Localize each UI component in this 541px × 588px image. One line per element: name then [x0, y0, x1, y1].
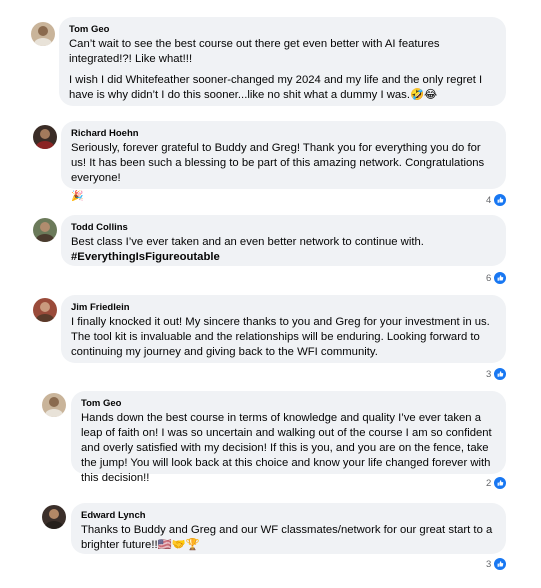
hashtag-link[interactable]: #EverythingIsFigureoutable	[71, 250, 496, 265]
comment-text: Can’t wait to see the best course out th…	[69, 38, 440, 65]
comment-text-body: Seriously, forever grateful to Buddy and…	[71, 142, 485, 184]
reaction-count[interactable]: 3	[486, 367, 508, 381]
comment-text: Best class I’ve ever taken and an even b…	[71, 236, 424, 248]
like-thumb-icon	[493, 193, 508, 207]
comment-bubble: Todd Collins Best class I’ve ever taken …	[61, 215, 506, 266]
comment-bubble: Tom Geo Hands down the best course in te…	[71, 391, 506, 484]
comment-bubble: Jim Friedlein I finally knocked it out! …	[61, 295, 506, 363]
avatar-photo-icon	[33, 218, 57, 242]
comment-bubble: Edward Lynch Thanks to Buddy and Greg an…	[71, 503, 506, 554]
avatar-photo-icon	[42, 393, 66, 417]
avatar-photo-icon	[31, 22, 55, 46]
reaction-count-number: 3	[486, 558, 492, 570]
avatar[interactable]	[33, 125, 57, 149]
comment-text: Thanks to Buddy and Greg and our WF clas…	[81, 524, 493, 551]
reaction-count[interactable]: 4	[486, 193, 508, 207]
comment-text: Hands down the best course in terms of k…	[81, 412, 492, 484]
reaction-count[interactable]: 2	[486, 476, 508, 490]
comment-text: I wish I did Whitefeather sooner-changed…	[69, 74, 483, 101]
comment-bubble: Richard Hoehn Seriously, forever gratefu…	[61, 121, 506, 202]
comment-text: Seriously, forever grateful to Buddy and…	[71, 141, 496, 186]
avatar[interactable]	[42, 393, 66, 417]
reaction-count-number: 3	[486, 368, 492, 380]
avatar-photo-icon	[33, 298, 57, 322]
avatar[interactable]	[33, 218, 57, 242]
reaction-count[interactable]: 6	[486, 271, 508, 285]
avatar[interactable]	[42, 505, 66, 529]
comment-author[interactable]: Richard Hoehn	[71, 127, 496, 140]
avatar[interactable]	[31, 22, 55, 46]
comment-bubble: Tom Geo Can’t wait to see the best cours…	[59, 17, 506, 106]
reaction-count[interactable]: 3	[486, 557, 508, 571]
party-emoji: 🎉	[71, 191, 84, 202]
reaction-count-number: 6	[486, 272, 492, 284]
reaction-count-number: 2	[486, 477, 492, 489]
like-thumb-icon	[493, 557, 508, 571]
avatar[interactable]	[33, 298, 57, 322]
comment-author[interactable]: Tom Geo	[81, 397, 496, 410]
comment-author[interactable]: Jim Friedlein	[71, 301, 496, 314]
avatar-photo-icon	[33, 125, 57, 149]
like-thumb-icon	[493, 476, 508, 490]
comment-text: I finally knocked it out! My sincere tha…	[71, 316, 490, 358]
like-thumb-icon	[493, 271, 508, 285]
like-thumb-icon	[493, 367, 508, 381]
reaction-count-number: 4	[486, 194, 492, 206]
comment-author[interactable]: Todd Collins	[71, 221, 496, 234]
avatar-photo-icon	[42, 505, 66, 529]
comment-author[interactable]: Tom Geo	[69, 23, 496, 36]
comment-author[interactable]: Edward Lynch	[81, 509, 496, 522]
